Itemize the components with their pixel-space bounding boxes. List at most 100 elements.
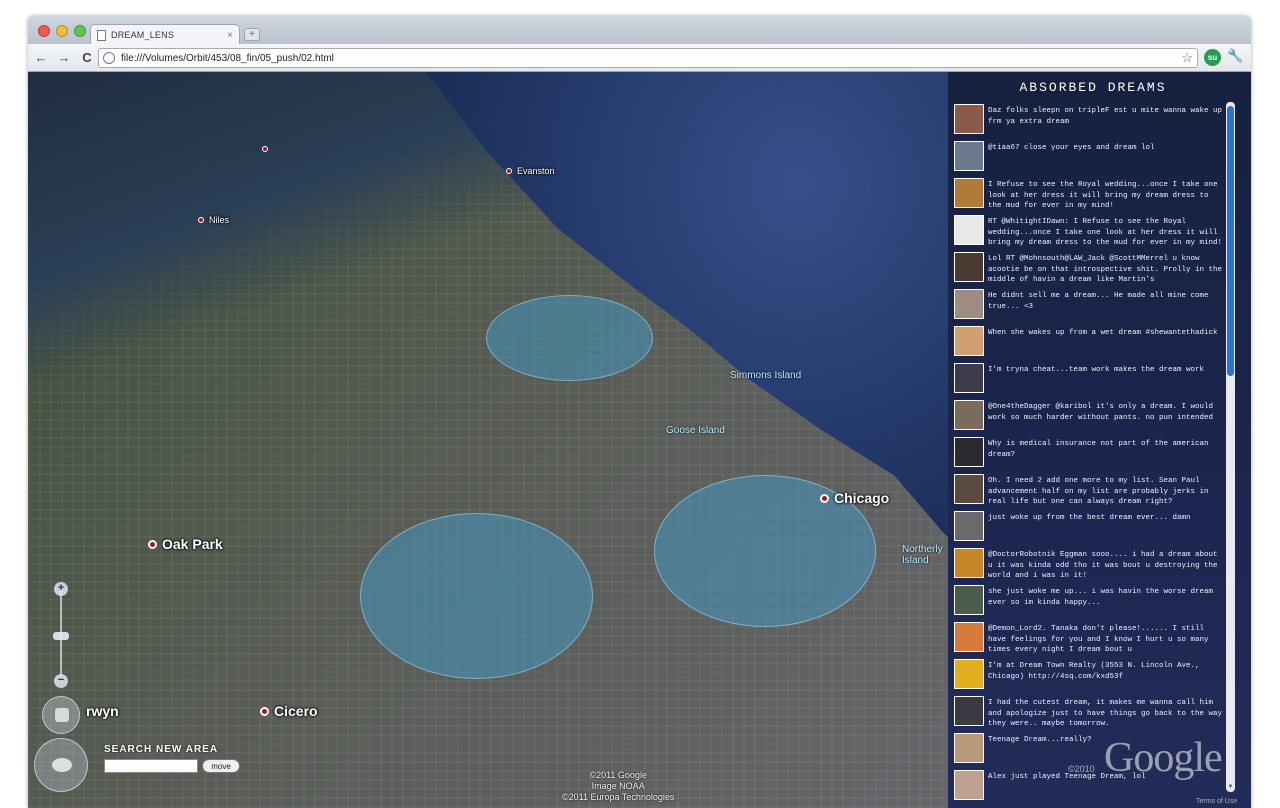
tweet-item[interactable]: Oh. I need 2 add one more to my list. Se… (954, 474, 1224, 511)
page-info-icon[interactable] (103, 52, 115, 64)
hand-icon (55, 708, 69, 722)
tweet-text: RT @WhitightIDawn: I Refuse to see the R… (988, 218, 1223, 247)
tweet-text: just woke up from the best dream ever...… (988, 514, 1191, 522)
water-label: Goose Island (666, 425, 725, 436)
place-marker-berwyn[interactable]: rwyn (86, 703, 119, 719)
tweet-item[interactable]: When she wakes up from a wet dream #shew… (954, 326, 1224, 363)
place-marker-evanston[interactable]: Evanston (506, 166, 555, 176)
tweet-text: When she wakes up from a wet dream #shew… (988, 329, 1218, 337)
user-avatar[interactable] (954, 400, 984, 430)
bookmark-star-icon[interactable]: ☆ (1181, 50, 1193, 66)
search-area-input[interactable] (104, 759, 198, 773)
sidebar-title: ABSORBED DREAMS (1019, 80, 1167, 95)
tweet-item[interactable]: I Refuse to see the Royal wedding...once… (954, 178, 1224, 215)
stumbleupon-extension-icon[interactable]: su (1204, 49, 1221, 66)
navigation-bar: ← → C file:///Volumes/Orbit/453/08_fin/0… (28, 44, 1251, 72)
tweet-item[interactable]: @tiaa67 close your eyes and dream lol (954, 141, 1224, 178)
zoom-handle[interactable] (53, 632, 69, 640)
url-text: file:///Volumes/Orbit/453/08_fin/05_push… (121, 52, 334, 64)
tweet-item[interactable]: Lol RT @Mohnsouth@LAW_Jack @ScottMMerrel… (954, 252, 1224, 289)
tweet-item[interactable]: I had the cutest dream, it makes me wann… (954, 696, 1224, 733)
zoom-window-button[interactable] (74, 25, 86, 37)
absorbed-dreams-sidebar: ABSORBED DREAMS Daz folks sleepn on trip… (948, 72, 1251, 808)
tweet-text: Oh. I need 2 add one more to my list. Se… (988, 477, 1209, 506)
user-avatar[interactable] (954, 141, 984, 171)
tweet-text: @tiaa67 close your eyes and dream lol (988, 144, 1155, 152)
back-button[interactable]: ← (31, 48, 51, 68)
user-avatar[interactable] (954, 474, 984, 504)
tweet-item[interactable]: she just woke me up... i was havin the w… (954, 585, 1224, 622)
user-avatar[interactable] (954, 437, 984, 467)
place-marker-cicero[interactable]: Cicero (260, 703, 318, 719)
user-avatar[interactable] (954, 326, 984, 356)
user-avatar[interactable] (954, 215, 984, 245)
tweet-item[interactable]: @Demon_Lord2. Tanaka don't please!......… (954, 622, 1224, 659)
copyright-line: ©2011 Europa Technologies (562, 792, 675, 802)
dream-zone-circle[interactable] (360, 513, 593, 679)
tweet-text: I had the cutest dream, it makes me wann… (988, 699, 1223, 728)
tweet-item[interactable]: just woke up from the best dream ever...… (954, 511, 1224, 548)
forward-button[interactable]: → (54, 48, 74, 68)
tweet-item[interactable]: I'm at Dream Town Realty (3553 N. Lincol… (954, 659, 1224, 696)
user-avatar[interactable] (954, 548, 984, 578)
tweet-text: I'm tryna cheat...team work makes the dr… (988, 366, 1205, 374)
tweet-item[interactable]: @DoctorRobotnik Eggman sooo.... i had a … (954, 548, 1224, 585)
dream-zone-circle[interactable] (486, 295, 653, 381)
reload-button[interactable]: C (77, 48, 97, 68)
look-navigation-control[interactable] (42, 696, 80, 734)
zoom-in-button[interactable]: + (54, 582, 68, 596)
map-copyright: ©2011 Google Image NOAA ©2011 Europa Tec… (562, 770, 674, 803)
move-navigation-control[interactable] (34, 738, 88, 792)
place-marker-chicago[interactable]: Chicago (820, 490, 889, 506)
tab-dream-lens[interactable]: DREAM_LENS × (90, 24, 240, 45)
tweet-item[interactable]: He didnt sell me a dream... He made all … (954, 289, 1224, 326)
user-avatar[interactable] (954, 585, 984, 615)
user-avatar[interactable] (954, 733, 984, 763)
user-avatar[interactable] (954, 659, 984, 689)
zoom-out-button[interactable]: − (54, 674, 68, 688)
user-avatar[interactable] (954, 252, 984, 282)
search-new-area: SEARCH NEW AREA move (104, 744, 240, 773)
new-tab-button[interactable]: + (244, 28, 260, 41)
tab-close-icon[interactable]: × (227, 30, 233, 41)
wrench-menu-icon[interactable]: 🔧 (1227, 48, 1243, 64)
map-pin-unnamed[interactable] (262, 146, 268, 152)
user-avatar[interactable] (954, 770, 984, 800)
tweet-text: I Refuse to see the Royal wedding...once… (988, 181, 1218, 210)
user-avatar[interactable] (954, 622, 984, 652)
user-avatar[interactable] (954, 363, 984, 393)
satellite-map[interactable]: Evanston Niles Chicago Oak Park Cicero r… (28, 72, 978, 808)
tweet-item[interactable]: I'm tryna cheat...team work makes the dr… (954, 363, 1224, 400)
user-avatar[interactable] (954, 289, 984, 319)
tweet-item[interactable]: RT @WhitightIDawn: I Refuse to see the R… (954, 215, 1224, 252)
feed-scrollbar[interactable]: ▼ (1226, 102, 1235, 792)
user-avatar[interactable] (954, 511, 984, 541)
water-label: Northerly Island (902, 544, 943, 566)
zoom-slider[interactable]: + − (53, 582, 69, 688)
scroll-down-arrow-icon[interactable]: ▼ (1227, 784, 1234, 790)
user-avatar[interactable] (954, 104, 984, 134)
place-label: Cicero (274, 703, 318, 719)
close-window-button[interactable] (38, 25, 50, 37)
tweet-text: @DoctorRobotnik Eggman sooo.... i had a … (988, 551, 1218, 580)
tweet-text: @Demon_Lord2. Tanaka don't please!......… (988, 625, 1209, 654)
address-bar[interactable]: file:///Volumes/Orbit/453/08_fin/05_push… (98, 48, 1198, 68)
page-content: Evanston Niles Chicago Oak Park Cicero r… (28, 72, 1251, 808)
map-pin-icon (262, 146, 268, 152)
user-avatar[interactable] (954, 696, 984, 726)
tweet-text: she just woke me up... i was havin the w… (988, 588, 1214, 607)
place-marker-niles[interactable]: Niles (198, 215, 229, 225)
scrollbar-thumb[interactable] (1227, 106, 1234, 376)
place-label: Oak Park (162, 536, 223, 552)
place-marker-oak-park[interactable]: Oak Park (148, 536, 223, 552)
tweet-feed[interactable]: Daz folks sleepn on tripleF est u mite w… (954, 104, 1224, 807)
tweet-item[interactable]: Why is medical insurance not part of the… (954, 437, 1224, 474)
tweet-item[interactable]: Daz folks sleepn on tripleF est u mite w… (954, 104, 1224, 141)
user-avatar[interactable] (954, 178, 984, 208)
tweet-item[interactable]: @One4theDagger @karibol it's only a drea… (954, 400, 1224, 437)
copyright-line: Image NOAA (591, 781, 645, 791)
minimize-window-button[interactable] (56, 25, 68, 37)
terms-of-use-link[interactable]: Terms of Use (1196, 798, 1237, 805)
move-button[interactable]: move (202, 759, 240, 773)
window-controls (38, 25, 86, 37)
